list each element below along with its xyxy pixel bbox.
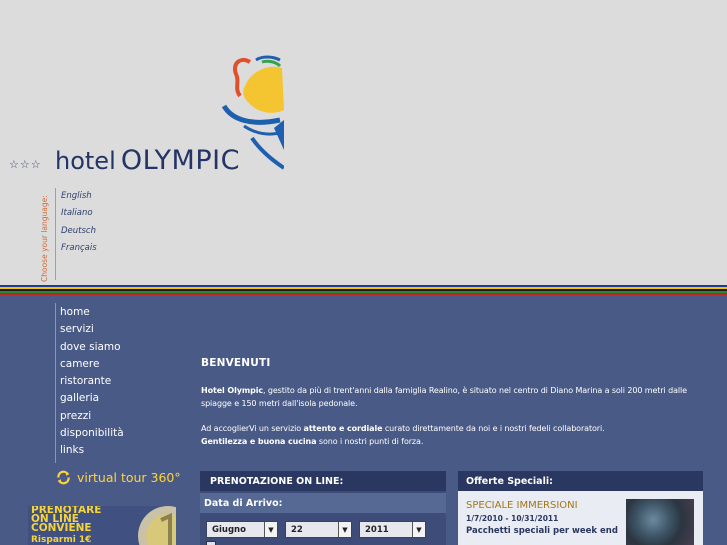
virtual-tour-label: virtual tour 360° bbox=[77, 470, 181, 485]
nav-divider bbox=[55, 303, 56, 463]
nav-item-servizi[interactable]: servizi bbox=[60, 322, 124, 339]
virtual-tour-link[interactable]: virtual tour 360° bbox=[55, 469, 181, 486]
nav-item-prezzi[interactable]: prezzi bbox=[60, 409, 124, 426]
rating-stars: ☆☆☆ bbox=[9, 158, 42, 171]
header: ☆☆☆ hotel OLYMPIC Choose your language: … bbox=[0, 0, 727, 285]
online-booking-panel: PRENOTAZIONE ON LINE: Data di Arrivo: Gi… bbox=[200, 471, 446, 545]
language-caption: Choose your language: bbox=[40, 195, 49, 282]
booking-checkbox[interactable] bbox=[206, 541, 216, 545]
nav-item-galleria[interactable]: galleria bbox=[60, 391, 124, 408]
euro-coin-image bbox=[138, 506, 176, 545]
nav-item-home[interactable]: home bbox=[60, 305, 124, 322]
offer-description: Pacchetti speciali per week end bbox=[466, 526, 618, 536]
language-option-deutsch[interactable]: Deutsch bbox=[61, 225, 97, 242]
promo-savings: Risparmi 1€ bbox=[31, 535, 92, 545]
welcome-service: Ad accoglierVi un servizio attento e cor… bbox=[201, 422, 711, 448]
special-offers-panel: Offerte Speciali: SPECIALE IMMERSIONI 1/… bbox=[458, 471, 703, 545]
nav-item-camere[interactable]: camere bbox=[60, 357, 124, 374]
hotel-logo-text[interactable]: hotel OLYMPIC bbox=[55, 145, 240, 176]
nav-item-links[interactable]: links bbox=[60, 443, 124, 460]
language-option-english[interactable]: English bbox=[61, 190, 97, 207]
day-select[interactable]: 22 ▼ bbox=[285, 521, 352, 538]
promo-line-3: CONVIENE bbox=[31, 522, 92, 534]
arrival-date-selects: Giugno ▼ 22 ▼ 2011 ▼ bbox=[206, 521, 426, 538]
year-select[interactable]: 2011 ▼ bbox=[359, 521, 426, 538]
service-bold-b: Gentilezza e buona cucina bbox=[201, 437, 317, 446]
rotate-360-icon bbox=[57, 470, 70, 485]
language-divider bbox=[55, 188, 56, 280]
service-bold-a: attento e cordiale bbox=[303, 424, 383, 433]
brand-prefix: hotel bbox=[55, 147, 116, 175]
month-value: Giugno bbox=[212, 524, 246, 535]
hotel-name-bold: Hotel Olympic bbox=[201, 386, 263, 395]
main-nav: home servizi dove siamo camere ristorant… bbox=[60, 305, 124, 461]
booking-title: PRENOTAZIONE ON LINE: bbox=[200, 471, 446, 491]
service-text-c: sono i nostri punti di forza. bbox=[316, 437, 424, 446]
promo-headline: PRENOTARE ON LINE CONVIENE bbox=[31, 506, 101, 533]
offer-dates: 1/7/2010 - 10/31/2011 bbox=[466, 514, 559, 523]
olympic-flame-logo bbox=[222, 50, 284, 170]
nav-item-disponibilita[interactable]: disponibilità bbox=[60, 426, 124, 443]
olympic-color-stripe bbox=[0, 285, 727, 295]
diving-offer-image[interactable] bbox=[626, 499, 694, 545]
offer-title-link[interactable]: SPECIALE IMMERSIONI bbox=[466, 500, 578, 511]
welcome-intro-text: , gestito da più di trent'anni dalla fam… bbox=[201, 386, 687, 408]
language-list: English Italiano Deutsch Français bbox=[61, 190, 97, 259]
welcome-intro: Hotel Olympic, gestito da più di trent'a… bbox=[201, 384, 711, 410]
chevron-down-icon: ▼ bbox=[338, 522, 351, 537]
offers-title: Offerte Speciali: bbox=[458, 471, 703, 491]
day-value: 22 bbox=[291, 524, 303, 535]
arrival-date-label: Data di Arrivo: bbox=[200, 493, 446, 513]
online-booking-promo-banner[interactable]: PRENOTARE ON LINE CONVIENE Risparmi 1€ bbox=[28, 506, 176, 545]
chevron-down-icon: ▼ bbox=[412, 522, 425, 537]
language-option-italiano[interactable]: Italiano bbox=[61, 207, 97, 224]
welcome-section: BENVENUTI Hotel Olympic, gestito da più … bbox=[201, 357, 711, 448]
service-text-a: Ad accoglierVi un servizio bbox=[201, 424, 304, 433]
nav-item-dove-siamo[interactable]: dove siamo bbox=[60, 340, 124, 357]
service-text-b: curato direttamente da noi e i nostri fe… bbox=[382, 424, 605, 433]
welcome-title: BENVENUTI bbox=[201, 357, 271, 369]
year-value: 2011 bbox=[365, 524, 389, 535]
language-option-francais[interactable]: Français bbox=[61, 242, 97, 259]
month-select[interactable]: Giugno ▼ bbox=[206, 521, 278, 538]
nav-item-ristorante[interactable]: ristorante bbox=[60, 374, 124, 391]
chevron-down-icon: ▼ bbox=[264, 522, 277, 537]
main-content: home servizi dove siamo camere ristorant… bbox=[0, 295, 727, 545]
